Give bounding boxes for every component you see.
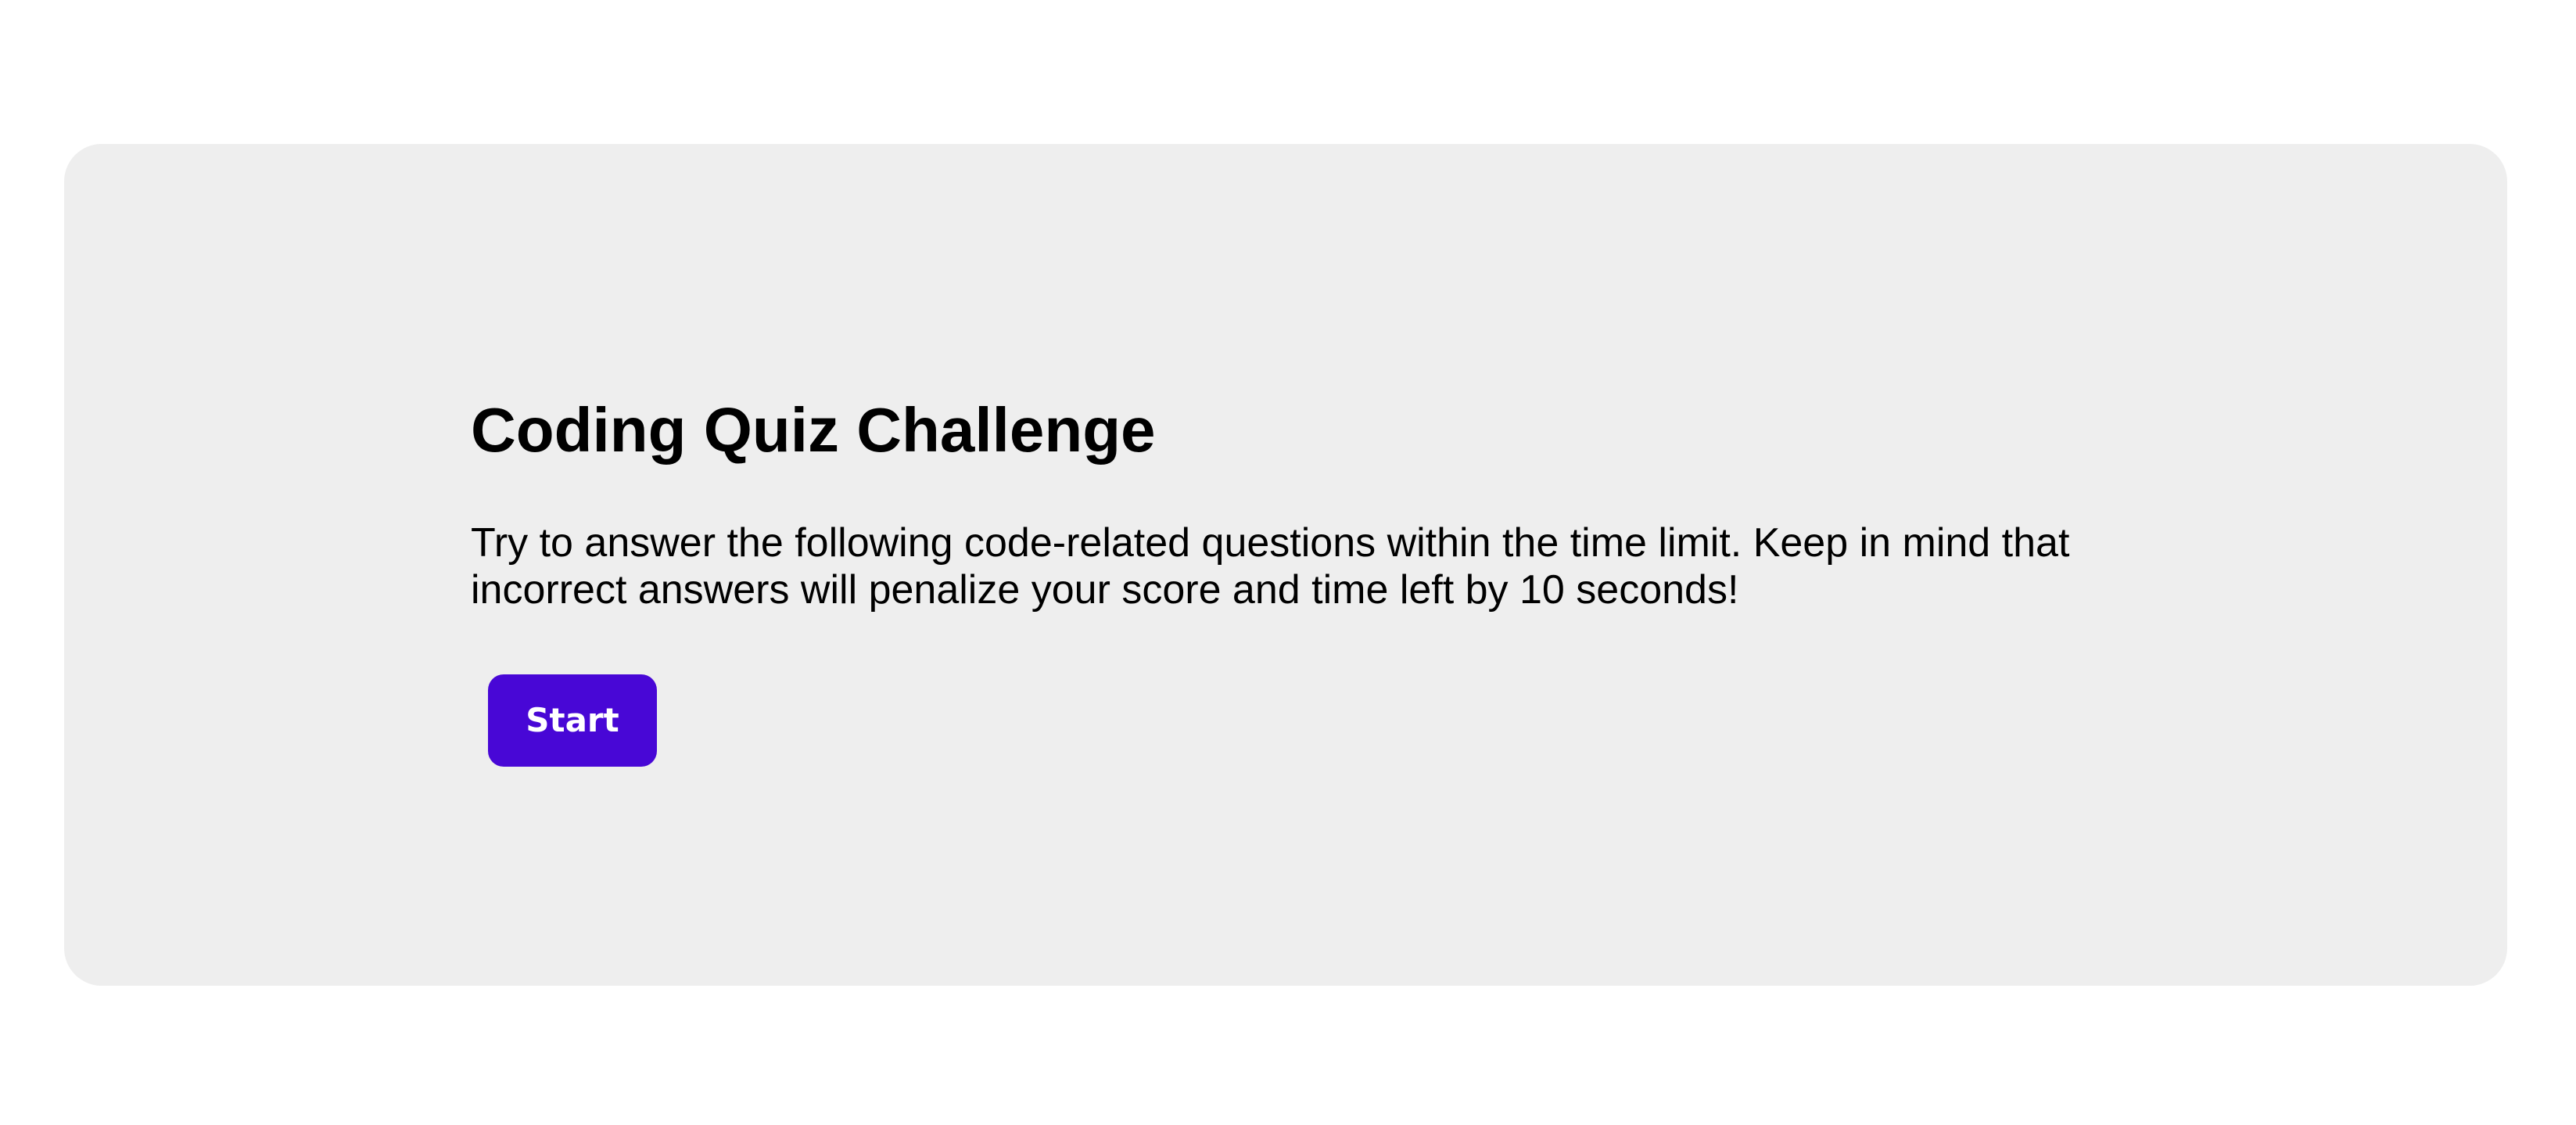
start-button[interactable]: Start (488, 674, 657, 767)
quiz-card: Coding Quiz Challenge Try to answer the … (64, 144, 2507, 986)
page-title: Coding Quiz Challenge (471, 395, 1156, 465)
quiz-intro: Coding Quiz Challenge Try to answer the … (471, 393, 2160, 767)
quiz-description: Try to answer the following code-related… (471, 520, 2070, 613)
